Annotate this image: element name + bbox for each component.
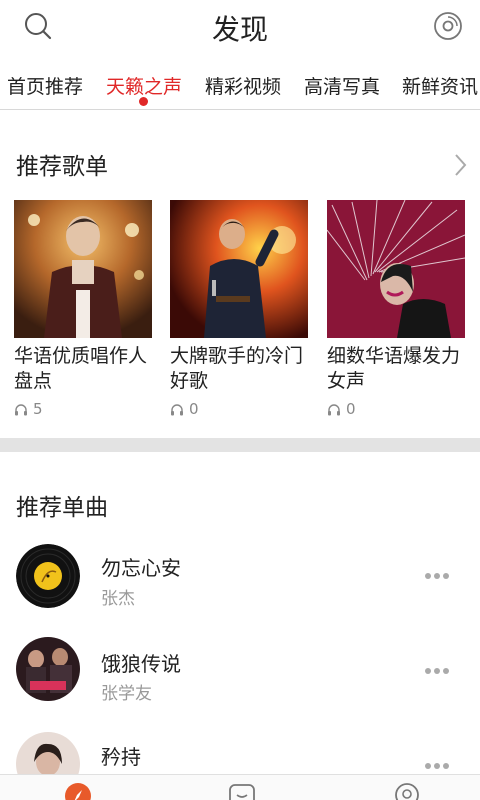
chat-icon[interactable] xyxy=(227,781,257,800)
play-count-value: 0 xyxy=(346,400,356,418)
page-title: 发现 xyxy=(211,13,268,46)
section-title-songs: 推荐单曲 xyxy=(16,495,108,521)
more-icon[interactable] xyxy=(424,572,450,580)
section-title-playlists: 推荐歌单 xyxy=(16,154,108,180)
headphones-icon xyxy=(171,403,183,415)
song-title: 矜持 xyxy=(101,745,141,769)
play-count: 0 xyxy=(170,400,308,418)
tab-heavenly-voice[interactable]: 天籁之声 xyxy=(106,72,182,99)
song-cover-image xyxy=(16,544,80,608)
headphones-icon xyxy=(328,403,340,415)
play-count-value: 5 xyxy=(33,400,43,418)
active-tab-indicator xyxy=(139,97,148,106)
tab-videos[interactable]: 精彩视频 xyxy=(205,72,281,99)
disc-icon[interactable] xyxy=(432,10,464,42)
playlist-card[interactable]: 大牌歌手的冷门好歌 0 xyxy=(170,200,308,418)
playlist-name: 华语优质唱作人盘点 xyxy=(14,345,148,392)
song-title: 勿忘心安 xyxy=(101,556,181,580)
playlist-name: 大牌歌手的冷门好歌 xyxy=(170,345,304,392)
playlist-name: 细数华语爆发力女声 xyxy=(327,345,461,392)
song-row[interactable]: 勿忘心安 张杰 xyxy=(0,535,480,625)
tab-home-recommend[interactable]: 首页推荐 xyxy=(7,72,83,99)
headphones-icon xyxy=(15,403,27,415)
compass-icon[interactable] xyxy=(63,781,93,800)
more-icon[interactable] xyxy=(424,667,450,675)
location-icon[interactable] xyxy=(392,781,422,800)
category-tabs: 首页推荐 天籁之声 精彩视频 高清写真 新鲜资讯 xyxy=(0,60,480,110)
song-title: 饿狼传说 xyxy=(101,652,181,676)
more-icon[interactable] xyxy=(424,762,450,770)
song-row[interactable]: 饿狼传说 张学友 xyxy=(0,627,480,717)
playlist-cover-image[interactable] xyxy=(170,200,308,338)
playlist-cover-image[interactable] xyxy=(327,200,465,338)
top-bar: 发现 xyxy=(0,0,480,52)
play-count: 5 xyxy=(14,400,152,418)
playlist-cover-image[interactable] xyxy=(14,200,152,338)
bottom-nav xyxy=(0,774,480,800)
play-count: 0 xyxy=(327,400,465,418)
playlist-card[interactable]: 细数华语爆发力女声 0 xyxy=(327,200,465,418)
playlist-card[interactable]: 华语优质唱作人盘点 5 xyxy=(14,200,152,418)
song-artist: 张杰 xyxy=(101,589,135,609)
song-artist: 张学友 xyxy=(101,684,152,704)
play-count-value: 0 xyxy=(189,400,199,418)
chevron-right-icon[interactable] xyxy=(452,152,468,178)
section-divider xyxy=(0,438,480,452)
tab-news[interactable]: 新鲜资讯 xyxy=(402,72,478,99)
tab-photos[interactable]: 高清写真 xyxy=(304,72,380,99)
song-cover-image xyxy=(16,637,80,701)
